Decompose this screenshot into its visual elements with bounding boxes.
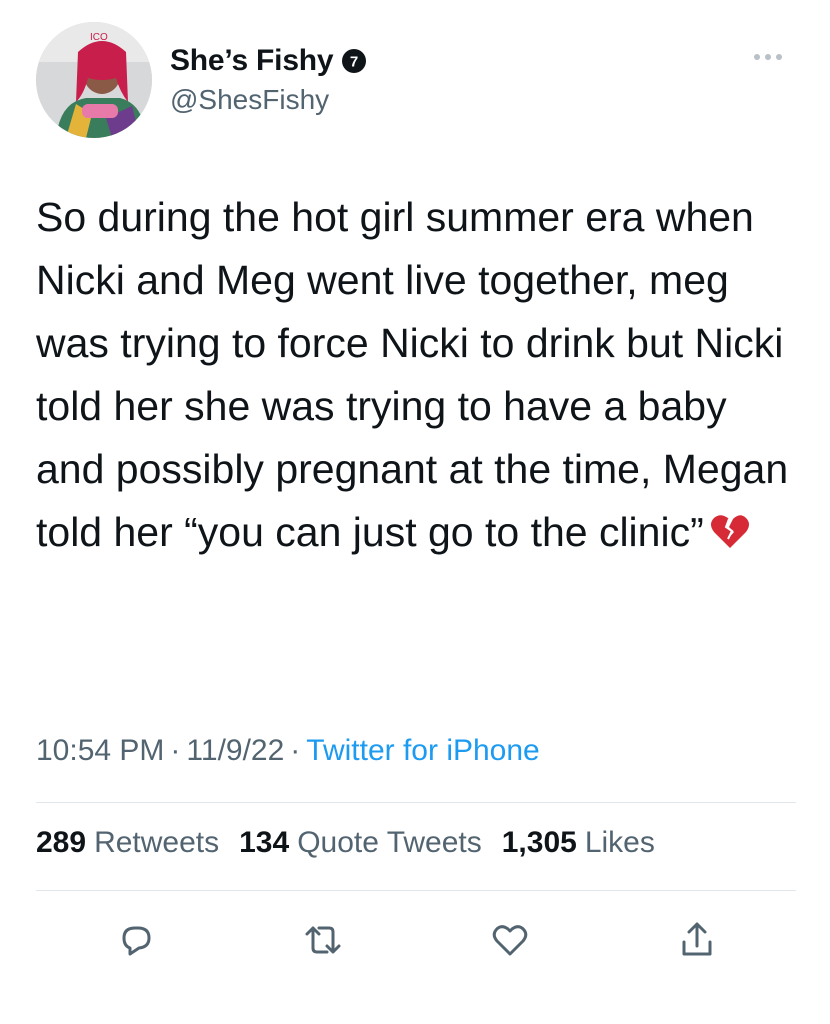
likes-count: 1,305 [501, 826, 577, 859]
avatar[interactable]: ICO [36, 22, 152, 138]
retweets-count: 289 [36, 826, 87, 859]
meta-separator: · [290, 734, 301, 767]
retweet-icon [305, 926, 341, 954]
retweets-stat[interactable]: 289 Retweets [36, 826, 219, 860]
svg-text:ICO: ICO [90, 32, 108, 43]
profile-photo: ICO [36, 22, 152, 138]
divider [36, 802, 796, 803]
tweet-body: So during the hot girl summer era when N… [36, 186, 806, 564]
tweet-date: 11/9/22 [186, 734, 285, 767]
likes-label: Likes [584, 826, 655, 859]
user-names: She’s Fishy 7 @ShesFishy [170, 44, 367, 116]
display-name[interactable]: She’s Fishy [170, 44, 334, 78]
reply-button[interactable] [108, 912, 164, 968]
meta-separator: · [170, 734, 181, 767]
more-options-icon[interactable] [748, 50, 788, 64]
tweet-time: 10:54 PM [36, 734, 165, 767]
svg-text:7: 7 [350, 54, 358, 71]
display-name-row: She’s Fishy 7 [170, 44, 367, 78]
share-icon [682, 922, 712, 956]
tweet-stats: 289 Retweets 134 Quote Tweets 1,305 Likes [36, 826, 655, 860]
share-button[interactable] [669, 912, 725, 968]
retweet-button[interactable] [295, 912, 351, 968]
reply-icon [122, 926, 151, 956]
retweets-label: Retweets [94, 826, 220, 859]
like-button[interactable] [482, 912, 538, 968]
tweet-text: So during the hot girl summer era when N… [36, 194, 800, 555]
user-handle[interactable]: @ShesFishy [170, 84, 367, 116]
heart-icon [492, 925, 528, 956]
tweet-actions [36, 912, 796, 972]
tweet-source-link[interactable]: Twitter for iPhone [306, 734, 539, 767]
quote-tweets-stat[interactable]: 134 Quote Tweets [239, 826, 482, 860]
quote-tweets-count: 134 [239, 826, 290, 859]
divider [36, 890, 796, 891]
quote-tweets-label: Quote Tweets [297, 826, 482, 859]
broken-heart-emoji [710, 507, 750, 548]
tweet-header: ICO She’s Fishy 7 @ShesFishy [36, 22, 796, 138]
verified-badge-icon: 7 [341, 48, 367, 74]
tweet-meta: 10:54 PM · 11/9/22 · Twitter for iPhone [36, 734, 540, 768]
likes-stat[interactable]: 1,305 Likes [502, 826, 655, 860]
